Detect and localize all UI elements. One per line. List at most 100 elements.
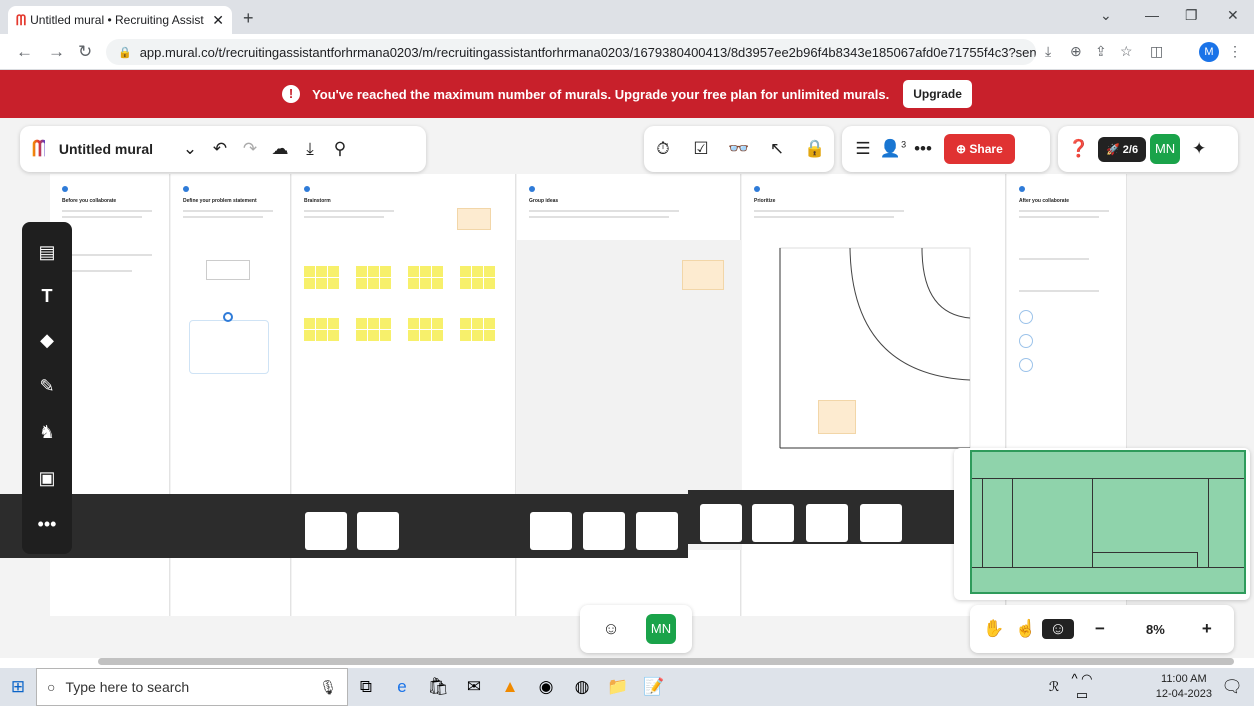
taskbar-clock[interactable]: 11:00 AM 12-04-2023 xyxy=(1156,672,1212,702)
shapes-icon[interactable]: ◆ xyxy=(22,330,72,351)
templates-llama-icon[interactable]: ♞ xyxy=(22,422,72,443)
pen-icon[interactable]: ✎ xyxy=(22,376,72,397)
outline-thumbnail[interactable] xyxy=(636,512,678,550)
timer-icon[interactable]: ⏱ xyxy=(648,139,678,159)
collaborators-icon[interactable]: 👤3 xyxy=(878,139,908,159)
help-icon[interactable]: ❓ xyxy=(1064,139,1094,159)
download-icon[interactable]: ⤓ xyxy=(295,139,325,159)
url-input[interactable]: 🔒 app.mural.co/t/recruitingassistantforh… xyxy=(106,39,1036,65)
outline-thumbnail[interactable] xyxy=(860,504,902,542)
notepad-icon[interactable]: 📝 xyxy=(636,677,672,697)
text-icon[interactable]: T xyxy=(22,286,72,307)
collaboration-toolbar: ☰ 👤3 ••• ⊕ Share xyxy=(842,126,1050,172)
minimize-button[interactable]: — xyxy=(1145,7,1159,23)
participant-avatar[interactable]: MN xyxy=(646,614,676,644)
reactions-bar: ☺ MN xyxy=(580,605,692,653)
user-avatar[interactable]: MN xyxy=(1150,134,1181,164)
task-view-icon[interactable]: ⧉ xyxy=(348,677,384,697)
chevron-down-icon[interactable]: ⌄ xyxy=(175,139,205,159)
mail-icon[interactable]: ✉ xyxy=(456,677,492,697)
outline-thumbnail[interactable] xyxy=(583,512,625,550)
hand-icon[interactable]: ✋ xyxy=(978,619,1010,639)
mural-name[interactable]: Untitled mural xyxy=(59,141,153,157)
horizontal-scrollbar[interactable] xyxy=(98,658,1234,665)
system-tray-icons[interactable]: ^ ◠ ▭ xyxy=(1064,671,1100,703)
mural-app-icon[interactable]: ◍ xyxy=(564,677,600,697)
outline-icon[interactable]: ☰ xyxy=(848,139,878,159)
clock-time: 11:00 AM xyxy=(1161,673,1207,685)
lock-icon: 🔒 xyxy=(118,46,132,59)
ai-sparkle-icon[interactable]: ✦ xyxy=(1184,139,1214,159)
board-title: Group ideas xyxy=(529,198,559,204)
zoom-out-icon[interactable]: − xyxy=(1084,619,1116,639)
facilitation-toolbar: ⏱ ☑ 👓 ↖ 🔒 xyxy=(644,126,834,172)
menu-kebab-icon[interactable]: ⋮ xyxy=(1228,43,1242,60)
mural-logo-icon[interactable]: ᗰ xyxy=(32,136,48,162)
voting-icon[interactable]: ☑ xyxy=(686,139,716,159)
chevron-down-icon[interactable]: ⌄ xyxy=(1100,7,1112,24)
more-icon[interactable]: ••• xyxy=(22,514,72,535)
zoom-level[interactable]: 8% xyxy=(1146,622,1165,637)
install-icon[interactable]: ⤓ xyxy=(1045,43,1051,60)
redo-icon[interactable]: ↷ xyxy=(235,139,265,159)
reload-icon[interactable]: ↻ xyxy=(78,42,92,62)
bookmark-star-icon[interactable]: ☆ xyxy=(1120,43,1133,60)
more-icon[interactable]: ••• xyxy=(908,139,938,159)
store-icon[interactable]: 🛍 xyxy=(420,677,456,697)
mural-favicon-icon: ᗰ xyxy=(16,11,26,28)
outline-thumbnail[interactable] xyxy=(530,512,572,550)
outline-thumbnail[interactable] xyxy=(752,504,794,542)
share-page-icon[interactable]: ⇪ xyxy=(1095,43,1107,60)
outline-thumbnail[interactable] xyxy=(305,512,347,550)
url-text: app.mural.co/t/recruitingassistantforhrm… xyxy=(139,44,1036,60)
windows-taskbar: ⊞ ○ Type here to search 🎙 ⧉ e 🛍 ✉ ▲ ◉ ◍ … xyxy=(0,668,1254,706)
vlc-icon[interactable]: ▲ xyxy=(492,677,528,697)
zoom-icon[interactable]: ⊕ xyxy=(1070,43,1082,60)
emoji-reaction-icon[interactable]: ☺ xyxy=(596,619,626,639)
banner-message: You've reached the maximum number of mur… xyxy=(312,86,890,102)
private-mode-icon[interactable]: 👓 xyxy=(724,139,754,159)
collaborator-count: 3 xyxy=(901,139,907,150)
back-icon[interactable]: ← xyxy=(16,42,33,62)
minimap-viewport[interactable] xyxy=(970,450,1246,594)
share-label: Share xyxy=(969,142,1003,156)
edge-icon[interactable]: e xyxy=(384,677,420,697)
sticky-note-icon[interactable]: ▤ xyxy=(22,242,72,263)
board-title: After you collaborate xyxy=(1019,198,1070,204)
profile-avatar[interactable]: M xyxy=(1199,42,1219,62)
address-bar-row: ← → ↻ 🔒 app.mural.co/t/recruitingassista… xyxy=(0,34,1254,70)
outline-progress-button[interactable]: 🚀 2/6 xyxy=(1098,136,1147,162)
upgrade-button[interactable]: Upgrade xyxy=(903,80,972,108)
tab-title: Untitled mural • Recruiting Assist xyxy=(30,13,204,27)
image-icon[interactable]: ▣ xyxy=(22,468,72,489)
outline-thumbnail[interactable] xyxy=(806,504,848,542)
upgrade-banner: ! You've reached the maximum number of m… xyxy=(0,70,1254,118)
sidepanel-icon[interactable]: ◫ xyxy=(1150,43,1163,60)
notifications-icon[interactable]: 🗨 xyxy=(1214,677,1250,697)
board-title: Brainstorm xyxy=(304,198,331,204)
windows-start-icon[interactable]: ⊞ xyxy=(0,677,36,697)
share-button[interactable]: ⊕ Share xyxy=(944,134,1015,164)
close-window-button[interactable]: ✕ xyxy=(1227,7,1239,24)
close-tab-icon[interactable]: ✕ xyxy=(212,12,224,29)
restore-button[interactable]: ❐ xyxy=(1185,7,1198,24)
chrome-icon[interactable]: ◉ xyxy=(528,677,564,697)
presence-icon[interactable]: ☺ xyxy=(1042,619,1074,639)
cloud-saved-icon: ☁ xyxy=(271,139,289,158)
lock-icon[interactable]: 🔒 xyxy=(800,139,830,159)
select-hand-icon[interactable]: ☝ xyxy=(1010,619,1042,639)
taskbar-search-input[interactable]: ○ Type here to search 🎙 xyxy=(36,668,348,706)
outline-thumbnail[interactable] xyxy=(357,512,399,550)
browser-tab[interactable]: ᗰ Untitled mural • Recruiting Assist ✕ xyxy=(8,6,232,34)
zoom-controls: ✋ ☝ ☺ − 8% + xyxy=(970,605,1234,653)
file-explorer-icon[interactable]: 📁 xyxy=(600,677,636,697)
microphone-icon[interactable]: 🎙 xyxy=(319,679,337,696)
new-tab-button[interactable]: + xyxy=(243,8,254,29)
undo-icon[interactable]: ↶ xyxy=(205,139,235,159)
search-icon[interactable]: ⚲ xyxy=(325,139,355,159)
outline-thumbnail[interactable] xyxy=(700,504,742,542)
summon-icon[interactable]: ↖ xyxy=(762,139,792,159)
board-title: Prioritize xyxy=(754,198,776,204)
zoom-in-icon[interactable]: + xyxy=(1191,619,1223,639)
forward-icon[interactable]: → xyxy=(48,42,65,62)
